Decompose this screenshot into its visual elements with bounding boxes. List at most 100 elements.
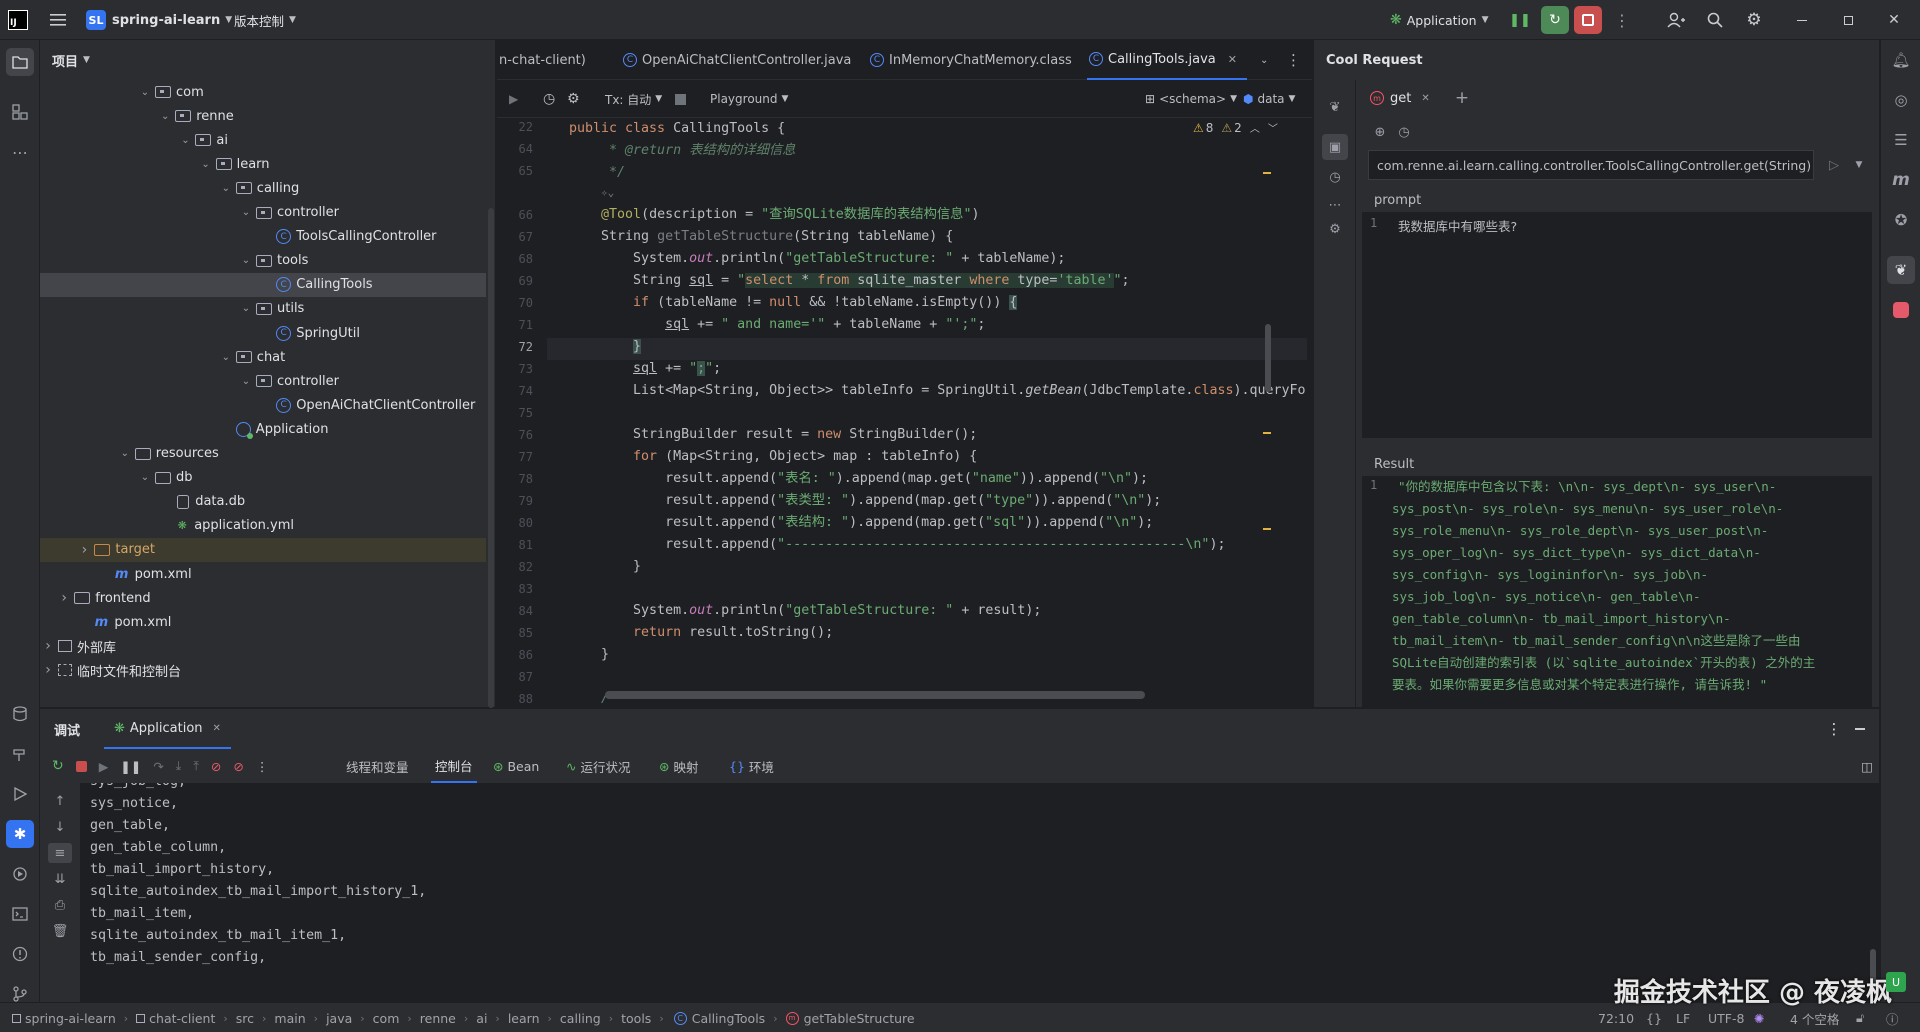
- rerun-button[interactable]: ↻: [1541, 6, 1569, 34]
- playground-selector[interactable]: Playground ▼: [710, 80, 788, 118]
- tab-chat-client[interactable]: n-chat-client): [499, 40, 586, 80]
- tree-item[interactable]: ⌄ calling: [40, 176, 486, 200]
- line-number[interactable]: 87: [493, 670, 533, 684]
- stop-button[interactable]: [1574, 6, 1602, 34]
- chevron-down-icon[interactable]: ⌄: [157, 111, 173, 122]
- line-number[interactable]: 72: [493, 340, 533, 354]
- console-output[interactable]: sys_job_log, sys_notice, gen_table, gen_tab…: [80, 783, 1879, 1003]
- chevron-down-icon[interactable]: ⌄: [117, 448, 133, 459]
- close-icon[interactable]: ✕: [1421, 93, 1429, 104]
- tx-mode-selector[interactable]: Tx: 自动 ▼: [605, 80, 662, 118]
- pause-button[interactable]: ❚❚: [1509, 0, 1531, 40]
- more-actions-button[interactable]: ⋮: [1612, 0, 1632, 40]
- breadcrumb-item[interactable]: com: [373, 1011, 400, 1026]
- tree-item[interactable]: ⌄ com: [40, 80, 486, 104]
- hide-panel-button[interactable]: [1850, 709, 1870, 749]
- line-number[interactable]: 78: [493, 472, 533, 486]
- prompt-editor[interactable]: 1 我数据库中有哪些表?: [1362, 212, 1872, 438]
- breadcrumb-item[interactable]: main: [274, 1011, 305, 1026]
- chevron-down-icon[interactable]: ⌄: [218, 183, 234, 194]
- structure-tool-button[interactable]: [6, 98, 34, 126]
- chevron-down-icon[interactable]: ⌄: [198, 159, 214, 170]
- warning-marker[interactable]: [1263, 432, 1271, 434]
- breadcrumb-item[interactable]: src: [236, 1011, 254, 1026]
- chevron-down-icon[interactable]: ⌄: [238, 303, 254, 314]
- view-breakpoints-icon[interactable]: ⊘: [211, 759, 221, 774]
- warning-marker[interactable]: [1263, 172, 1271, 174]
- line-number[interactable]: 76: [493, 428, 533, 442]
- build-tool-button[interactable]: [6, 740, 34, 768]
- chevron-down-icon[interactable]: ⌄: [177, 135, 193, 146]
- history-button[interactable]: ◷: [1322, 164, 1348, 190]
- restore-button[interactable]: [1838, 0, 1858, 40]
- run-tool-button[interactable]: [6, 780, 34, 808]
- tree-item[interactable]: ❋ application.yml: [40, 514, 486, 538]
- subtab-threads[interactable]: 线程和变量: [346, 749, 409, 783]
- tab-callingtools[interactable]: C CallingTools.java ✕: [1087, 40, 1247, 80]
- line-number[interactable]: 80: [493, 516, 533, 530]
- breadcrumb-item[interactable]: learn: [508, 1011, 540, 1026]
- breadcrumb-item[interactable]: java: [326, 1011, 352, 1026]
- step-out-icon[interactable]: ⤒: [193, 758, 199, 774]
- add-request-button[interactable]: +: [1452, 84, 1472, 112]
- run-config-selector[interactable]: ❋ Application ▼: [1390, 0, 1489, 40]
- line-number[interactable]: 88: [493, 692, 533, 706]
- maven-button[interactable]: m: [1887, 166, 1915, 194]
- line-number[interactable]: 64: [493, 142, 533, 156]
- tree-item[interactable]: ⌄ chat: [40, 345, 486, 369]
- close-icon[interactable]: ✕: [213, 723, 221, 734]
- stop-query-button[interactable]: [675, 80, 686, 118]
- settings-button[interactable]: ⚙: [1322, 216, 1348, 242]
- breadcrumb-item[interactable]: getTableStructure: [804, 1011, 915, 1026]
- debug-tool-button[interactable]: ✱: [6, 820, 34, 848]
- project-switcher[interactable]: SL spring-ai-learn ▼: [86, 0, 232, 40]
- subtab-environment[interactable]: {} 环境: [729, 749, 774, 783]
- pause-icon[interactable]: ❚❚: [120, 759, 141, 774]
- debug-session-tab[interactable]: ❋ Application ✕: [104, 709, 231, 749]
- debug-more-button[interactable]: ⋮: [1824, 709, 1844, 749]
- tab-inmemorychatmemory[interactable]: C InMemoryChatMemory.class: [868, 40, 1072, 80]
- tabs-more-button[interactable]: ⋮: [1286, 40, 1301, 80]
- plugin-button[interactable]: [1887, 296, 1915, 324]
- schema-selector[interactable]: ⊞ <schema> ▼: [1145, 80, 1237, 118]
- line-number[interactable]: 75: [493, 406, 533, 420]
- request-tab[interactable]: m get ✕: [1370, 84, 1430, 112]
- line-number[interactable]: 77: [493, 450, 533, 464]
- breadcrumb-item[interactable]: tools: [621, 1011, 651, 1026]
- code-area[interactable]: public class CallingTools { ⚠ 8 ⚠ 2 ︿ ﹀ * …: [547, 118, 1307, 707]
- execute-button[interactable]: ▶: [509, 80, 518, 118]
- more-tools-button[interactable]: ⋯: [6, 138, 34, 166]
- line-number[interactable]: 65: [493, 164, 533, 178]
- tree-item[interactable]: C OpenAiChatClientController: [40, 393, 486, 417]
- history-button[interactable]: ◷: [543, 80, 555, 118]
- tree-item[interactable]: › frontend: [40, 586, 486, 610]
- editor-v-scrollbar[interactable]: [1265, 324, 1271, 392]
- tree-item[interactable]: data.db: [40, 490, 486, 514]
- send-button[interactable]: ▷: [1822, 152, 1846, 178]
- ide-logo[interactable]: IJ: [8, 0, 28, 40]
- subtab-mappings[interactable]: ⊛ 映射: [659, 749, 699, 783]
- more-vertical-icon[interactable]: ⋮: [256, 759, 269, 774]
- settings-button[interactable]: ⚙: [567, 80, 580, 118]
- scroll-end-button[interactable]: ⇊: [48, 869, 72, 889]
- line-number[interactable]: 79: [493, 494, 533, 508]
- settings-button[interactable]: ⚙: [1742, 0, 1766, 40]
- line-number[interactable]: 81: [493, 538, 533, 552]
- soft-wrap-button[interactable]: ≡: [48, 843, 72, 863]
- line-number[interactable]: 73: [493, 362, 533, 376]
- chevron-right-icon[interactable]: ›: [76, 542, 92, 558]
- line-number[interactable]: 70: [493, 296, 533, 310]
- line-number[interactable]: 22: [493, 120, 533, 134]
- step-into-icon[interactable]: ⤓: [176, 758, 182, 774]
- tree-item[interactable]: ⌄ tools: [40, 249, 486, 273]
- warning-marker[interactable]: [1263, 528, 1271, 530]
- resume-icon[interactable]: ▶: [99, 759, 109, 774]
- chevron-down-icon[interactable]: ⌄: [238, 207, 254, 218]
- tree-item[interactable]: ⌄ db: [40, 466, 486, 490]
- subtab-bean[interactable]: ⊛ Bean: [493, 749, 539, 783]
- tree-item[interactable]: ⌄ utils: [40, 297, 486, 321]
- scroll-down-button[interactable]: ↓: [48, 817, 72, 837]
- tree-item[interactable]: C SpringUtil: [40, 321, 486, 345]
- gradle-button[interactable]: ✪: [1887, 206, 1915, 234]
- tree-item[interactable]: ⌄ controller: [40, 369, 486, 393]
